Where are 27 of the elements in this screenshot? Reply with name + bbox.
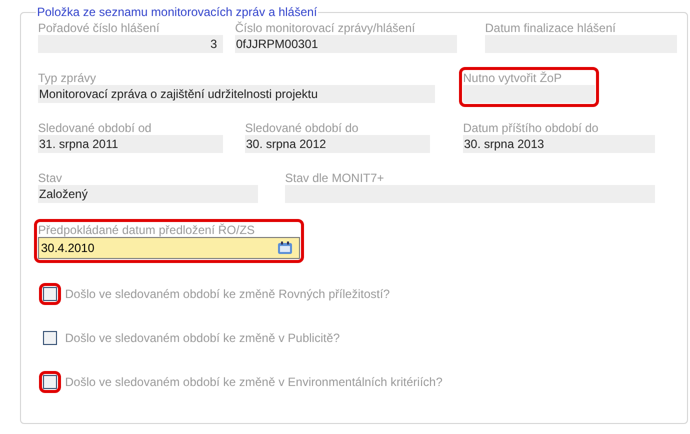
field-label: Číslo monitorovací zprávy/hlášení <box>235 21 416 35</box>
calendar-icon[interactable] <box>277 241 293 255</box>
read-only-field: 30. srpna 2012 <box>245 135 430 153</box>
checkbox[interactable] <box>43 331 57 345</box>
checkbox-label: Došlo ve sledovaném období ke změně v Environmentálních kritériích? <box>65 374 443 391</box>
read-only-field: Monitorovací zpráva o zajištění udržitelnosti projektu <box>38 85 435 103</box>
field-label: Předpokládané datum předložení ŘO/ZS <box>38 223 256 237</box>
field-label: Stav dle MONIT7+ <box>285 171 386 185</box>
field-label: Nutno vytvořit ŽoP <box>463 71 563 85</box>
read-only-field: 3 <box>38 35 223 53</box>
checkbox-label: Došlo ve sledovaném období ke změně v Publicitě? <box>65 330 340 347</box>
checkbox[interactable] <box>43 287 57 301</box>
field-label: Pořadové číslo hlášení <box>38 21 160 35</box>
read-only-field: Založený <box>38 185 258 203</box>
checkbox[interactable] <box>43 375 57 389</box>
date-field[interactable]: 30.4.2010 <box>38 237 300 259</box>
read-only-field: 0fJJRPM00301 <box>235 35 457 53</box>
field-label: Sledované období do <box>245 121 360 135</box>
checkbox-label: Došlo ve sledovaném období ke změně Rovných příležitostí? <box>65 286 390 303</box>
field-label: Stav <box>38 171 64 185</box>
field-label: Typ zprávy <box>38 71 98 85</box>
field-label: Datum finalizace hlášení <box>485 21 617 35</box>
field-label: Sledované období od <box>38 121 152 135</box>
read-only-field: 30. srpna 2013 <box>463 135 655 153</box>
section-legend: Položka ze seznamu monitorovacích zpráv a hlášení <box>36 6 318 19</box>
read-only-field: 31. srpna 2011 <box>38 135 223 153</box>
field-label: Datum příštího období do <box>463 121 600 135</box>
